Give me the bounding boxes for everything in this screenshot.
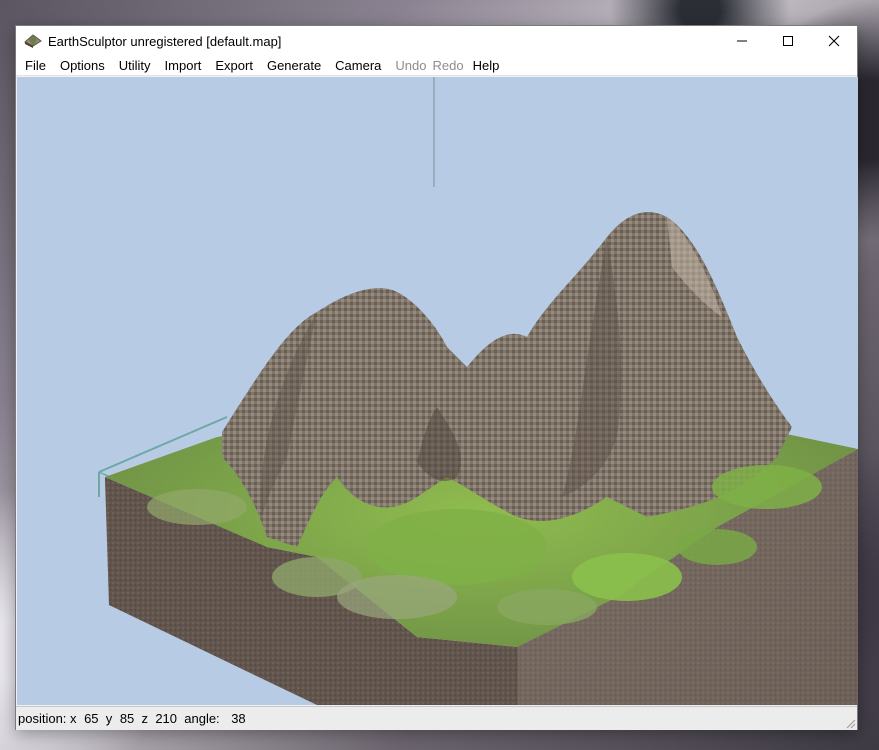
z-value: 210 (155, 711, 178, 726)
angle-value: 38 (231, 711, 246, 726)
minimize-button[interactable] (719, 26, 765, 56)
earthsculptor-app-icon (24, 34, 42, 48)
status-bar: position: x 65 y 85 z 210 angle: 38 (16, 706, 857, 730)
title-bar[interactable]: EarthSculptor unregistered [default.map] (16, 26, 857, 56)
y-value: 85 (119, 711, 135, 726)
minimize-icon (737, 40, 747, 42)
maximize-button[interactable] (765, 26, 811, 56)
menu-redo[interactable]: Redo (429, 56, 466, 76)
menu-file[interactable]: File (18, 56, 53, 76)
maximize-icon (783, 36, 793, 46)
menu-camera[interactable]: Camera (328, 56, 388, 76)
menu-generate[interactable]: Generate (260, 56, 328, 76)
menu-help[interactable]: Help (466, 56, 507, 76)
app-window: EarthSculptor unregistered [default.map] (15, 25, 858, 730)
menu-utility[interactable]: Utility (112, 56, 158, 76)
position-label: position: (18, 711, 67, 726)
close-icon (828, 35, 840, 47)
window-title: EarthSculptor unregistered [default.map] (48, 33, 282, 49)
menu-bar: File Options Utility Import Export Gener… (16, 56, 857, 76)
menu-import[interactable]: Import (158, 56, 209, 76)
close-button[interactable] (811, 26, 857, 56)
terrain-3d-viewport[interactable] (17, 77, 858, 705)
menu-export[interactable]: Export (208, 56, 260, 76)
menu-options[interactable]: Options (53, 56, 112, 76)
x-value: 65 (84, 711, 99, 726)
angle-label: angle: (184, 711, 220, 726)
terrain-render (98, 77, 858, 705)
resize-grip-icon[interactable] (844, 717, 856, 729)
menu-undo[interactable]: Undo (388, 56, 428, 76)
